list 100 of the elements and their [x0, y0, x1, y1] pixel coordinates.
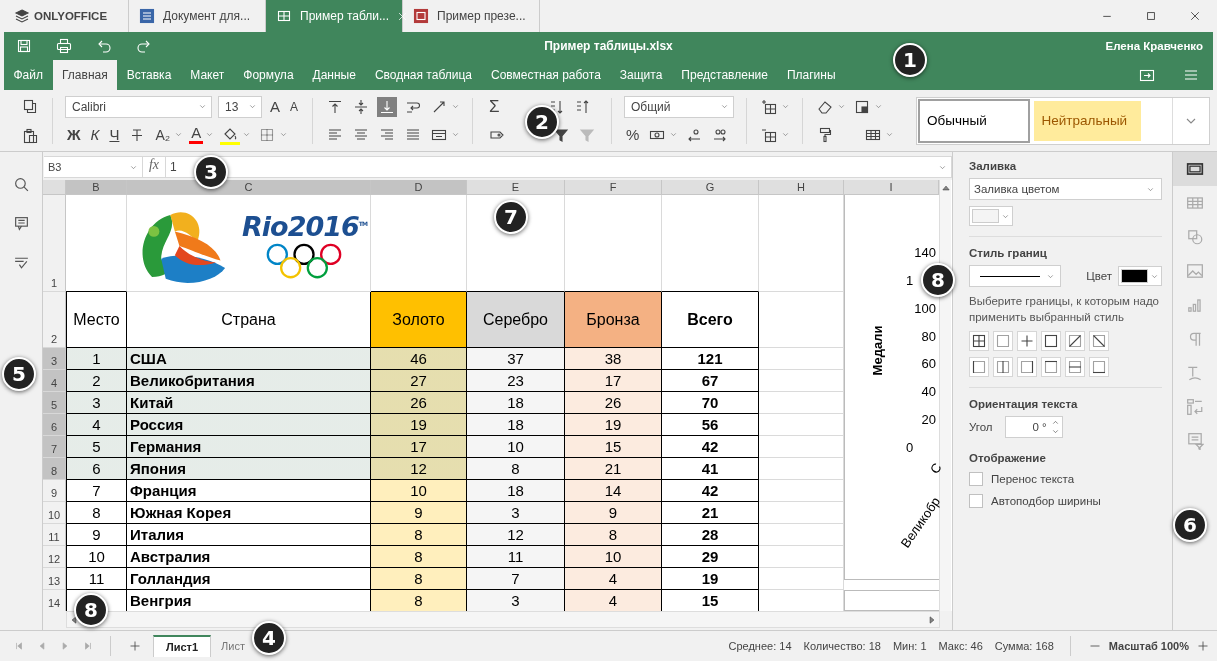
checkbox[interactable] — [969, 494, 983, 508]
redo-icon[interactable] — [136, 38, 152, 54]
undo-icon[interactable] — [96, 38, 112, 54]
font-select[interactable]: Calibri — [65, 95, 212, 118]
bold-button[interactable]: Ж — [65, 125, 83, 144]
menu-tab[interactable]: Защита — [610, 60, 672, 90]
border-preset-button[interactable] — [1065, 331, 1085, 351]
subscript-button[interactable]: A₂ — [153, 125, 173, 144]
menu-tab[interactable]: Вставка — [117, 60, 181, 90]
function-button[interactable]: fx — [143, 157, 166, 177]
cell-name-box[interactable]: B3 — [44, 157, 143, 177]
caret-icon[interactable] — [874, 102, 884, 111]
row-header[interactable]: 9 — [43, 480, 66, 502]
caret-icon[interactable] — [451, 130, 461, 139]
chevron-down-icon[interactable] — [1050, 427, 1060, 436]
next-sheet-icon[interactable] — [60, 641, 70, 651]
checkbox-label[interactable]: Перенос текста — [991, 473, 1075, 485]
column-header[interactable]: I — [844, 180, 939, 195]
menu-tab[interactable]: Макет — [180, 60, 234, 90]
caret-icon[interactable] — [279, 130, 289, 139]
row-header[interactable]: 6 — [43, 414, 66, 436]
add-sheet-icon[interactable] — [129, 640, 141, 652]
save-icon[interactable] — [16, 38, 32, 54]
caret-icon[interactable] — [837, 102, 847, 111]
column-header[interactable]: F — [565, 180, 662, 195]
row-header[interactable]: 7 — [43, 436, 66, 458]
row-header[interactable]: 11 — [43, 524, 66, 546]
caret-icon[interactable] — [781, 102, 791, 111]
menu-tab[interactable]: Совместная работа — [481, 60, 611, 90]
cell-frame-tab[interactable] — [1173, 152, 1217, 186]
comment-icon[interactable] — [12, 215, 30, 232]
formula-value[interactable]: 1 — [170, 160, 177, 174]
sheet-tab[interactable]: Лист1 — [153, 635, 212, 657]
search-icon[interactable] — [12, 176, 30, 193]
last-sheet-icon[interactable] — [83, 641, 93, 651]
decrease-font-button[interactable]: A — [288, 97, 301, 116]
border-preset-button[interactable] — [1017, 357, 1037, 377]
row-header[interactable]: 8 — [43, 458, 66, 480]
chevron-up-icon[interactable] — [1050, 418, 1060, 427]
border-preset-button[interactable] — [969, 357, 989, 377]
row-header[interactable]: 12 — [43, 546, 66, 568]
number-format-select[interactable]: Общий — [624, 95, 735, 118]
row-header[interactable]: 4 — [43, 370, 66, 392]
row-header[interactable]: 1 — [43, 195, 66, 292]
sheet-tab[interactable]: Лист — [215, 636, 251, 656]
row-header[interactable]: 3 — [43, 348, 66, 370]
scroll-left-icon[interactable] — [69, 614, 79, 625]
align-bottom-icon[interactable] — [377, 96, 398, 117]
fill-type-select[interactable]: Заливка цветом — [969, 178, 1162, 200]
row-header[interactable]: 10 — [43, 502, 66, 524]
menu-icon[interactable] — [1183, 67, 1199, 83]
cell-style-option[interactable]: Нейтральный — [1033, 100, 1142, 141]
zoom-level[interactable]: Масштаб 100% — [1108, 640, 1189, 652]
border-color-picker[interactable] — [1118, 266, 1162, 286]
close-icon[interactable] — [397, 10, 408, 22]
menu-tab[interactable]: Формула — [233, 60, 304, 90]
menu-tab[interactable]: Плагины — [777, 60, 846, 90]
zoom-in-icon[interactable] — [1197, 640, 1209, 652]
underline-button[interactable]: Ч — [107, 125, 122, 144]
scroll-up-icon[interactable] — [940, 183, 951, 193]
angle-field[interactable]: 0 ° — [1004, 416, 1063, 438]
print-icon[interactable] — [56, 38, 72, 54]
line-style-select[interactable] — [969, 265, 1061, 287]
border-preset-button[interactable] — [1041, 357, 1061, 377]
row-header[interactable]: 14 — [43, 590, 66, 611]
row-header[interactable]: 2 — [43, 292, 66, 348]
column-header[interactable]: C — [127, 180, 371, 195]
column-header[interactable]: D — [371, 180, 467, 195]
border-preset-button[interactable] — [1089, 331, 1109, 351]
border-preset-button[interactable] — [1089, 357, 1109, 377]
cell-style-option[interactable]: Обычный — [917, 97, 1031, 144]
caret-icon[interactable] — [205, 130, 215, 139]
sum-button[interactable]: Σ — [487, 97, 502, 116]
document-tab[interactable]: Пример табли... — [266, 0, 403, 32]
column-header[interactable]: G — [662, 180, 759, 195]
caret-icon[interactable] — [242, 130, 252, 139]
caret-icon[interactable] — [781, 130, 791, 139]
row-header[interactable]: 13 — [43, 568, 66, 590]
checkbox-label[interactable]: Автоподбор ширины — [991, 495, 1101, 507]
column-header[interactable]: B — [66, 180, 127, 195]
menu-tab[interactable]: Представление — [671, 60, 778, 90]
caret-icon[interactable] — [669, 130, 679, 139]
previous-sheet-icon[interactable] — [37, 641, 47, 651]
column-header[interactable]: H — [759, 180, 844, 195]
caret-icon[interactable] — [174, 130, 184, 139]
menu-tab[interactable]: Данные — [303, 60, 366, 90]
increase-font-button[interactable]: A — [268, 97, 282, 116]
border-preset-button[interactable] — [1041, 331, 1061, 351]
checkbox[interactable] — [969, 472, 983, 486]
scroll-right-icon[interactable] — [927, 614, 937, 625]
border-preset-button[interactable] — [969, 331, 989, 351]
caret-icon[interactable] — [885, 130, 895, 139]
fill-color-picker[interactable] — [969, 206, 1013, 226]
row-header[interactable]: 5 — [43, 392, 66, 414]
font-size-select[interactable]: 13 — [218, 95, 262, 118]
menu-tab[interactable]: Сводная таблица — [365, 60, 482, 90]
font-color-button[interactable]: A — [189, 125, 204, 144]
first-sheet-icon[interactable] — [14, 641, 24, 651]
menu-tab[interactable]: Главная — [52, 60, 118, 90]
percent-button[interactable]: % — [624, 125, 642, 144]
